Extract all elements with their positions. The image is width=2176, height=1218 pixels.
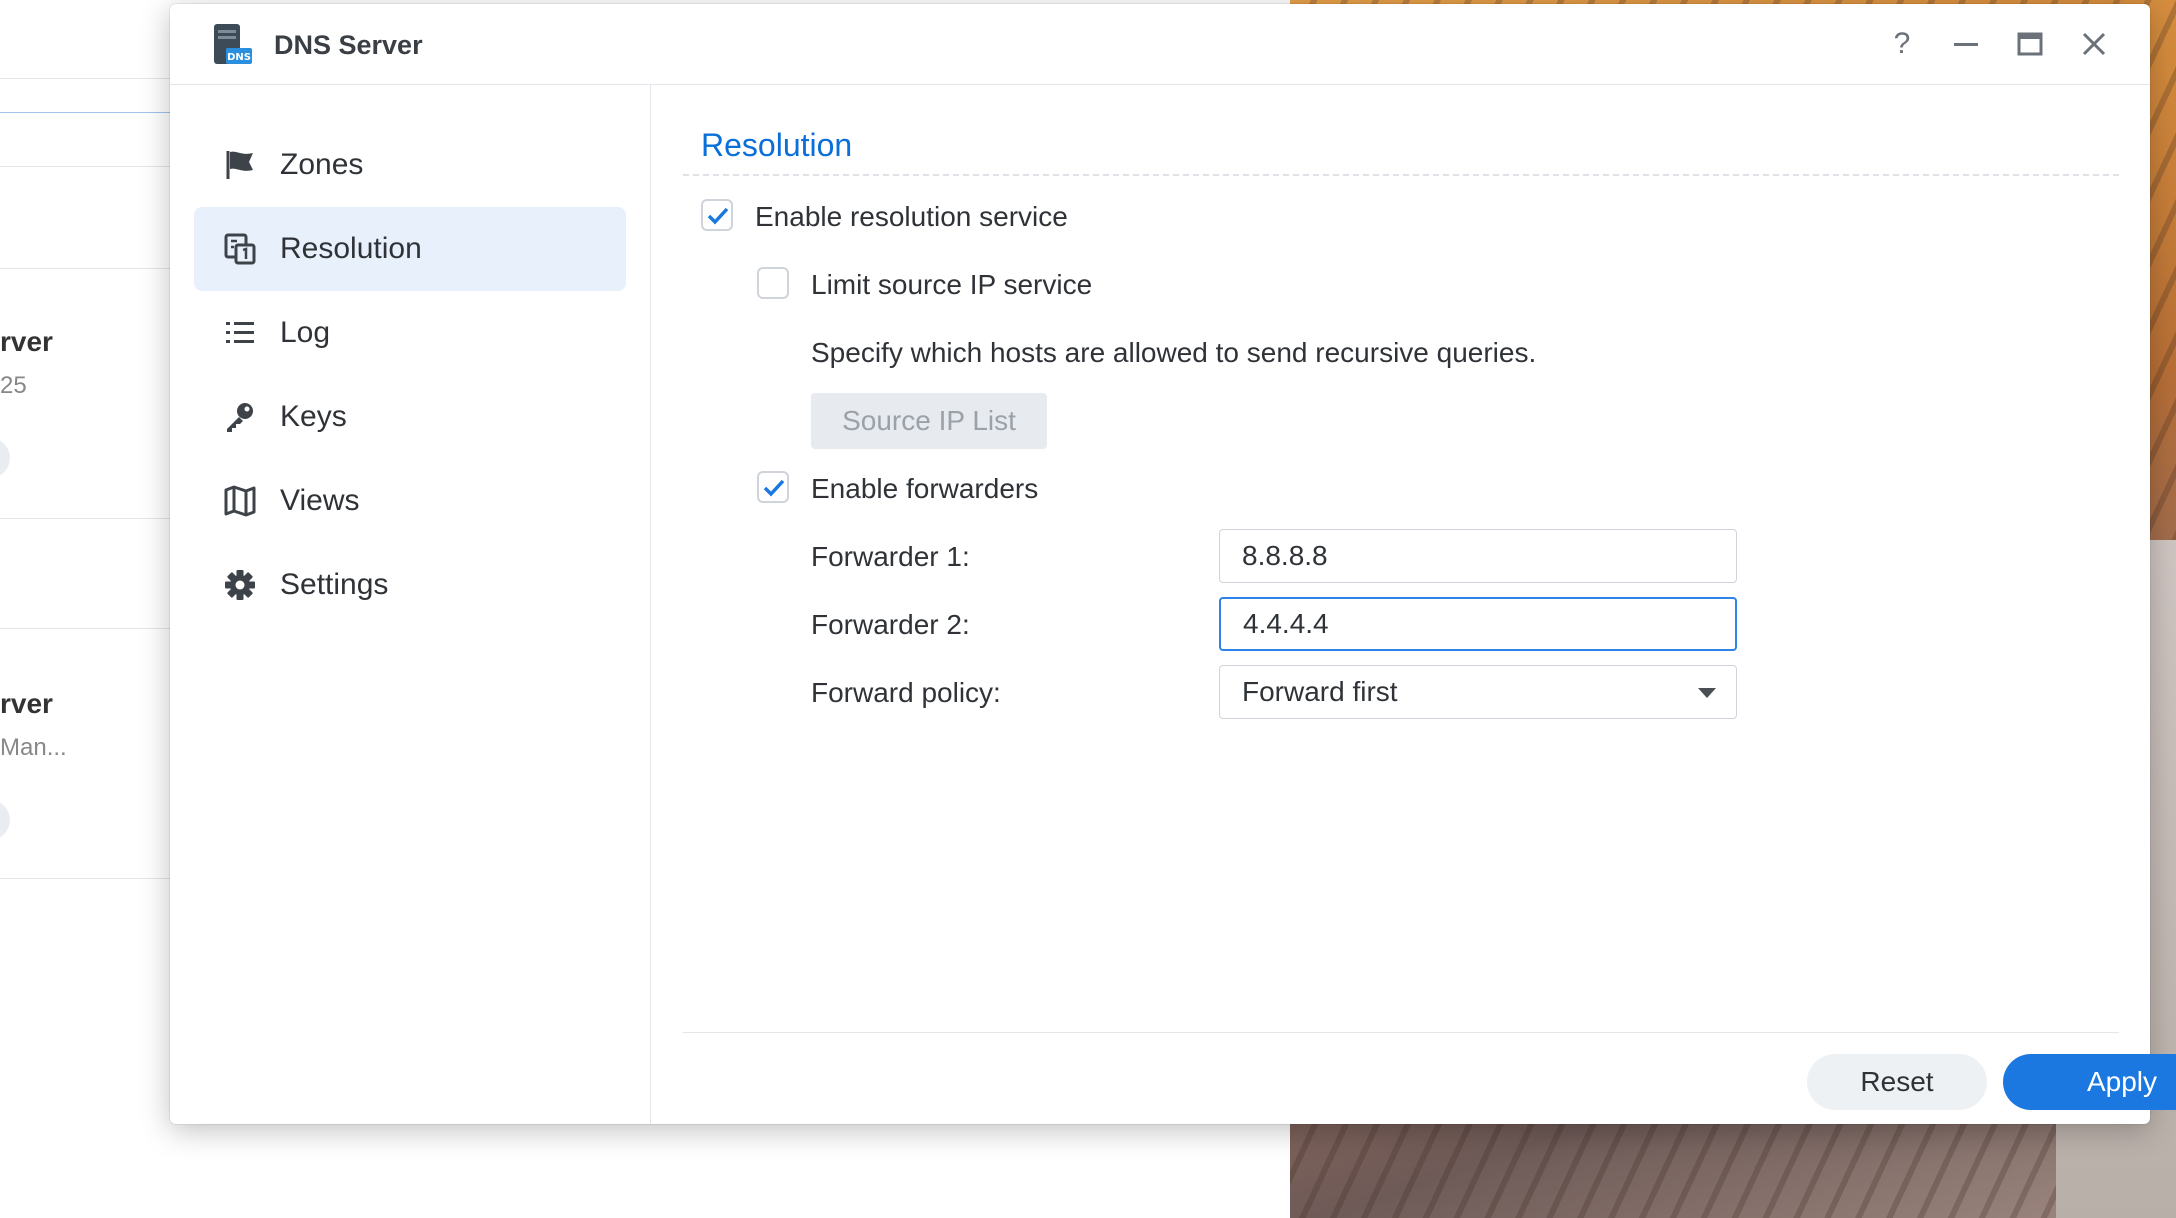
help-icon: ?	[1893, 27, 1911, 60]
limit-description: Specify which hosts are allowed to send …	[811, 337, 1537, 368]
svg-text:DNS: DNS	[227, 52, 251, 63]
sidebar: Zones Resolution Log Keys Views Settings	[170, 85, 651, 1124]
bg-divider	[0, 78, 180, 79]
dns-server-app-icon: DNS	[208, 22, 254, 68]
help-button[interactable]: ?	[1884, 26, 1920, 62]
resolution-icon	[222, 231, 258, 267]
sidebar-item-label: Zones	[280, 148, 364, 181]
sidebar-item-label: Settings	[280, 568, 389, 601]
section-divider	[683, 174, 2119, 176]
minimize-button[interactable]	[1948, 26, 1984, 62]
window-title: DNS Server	[274, 30, 423, 60]
maximize-button[interactable]	[2012, 26, 2048, 62]
reset-button[interactable]: Reset	[1807, 1054, 1987, 1110]
sidebar-item-log[interactable]: Log	[194, 291, 626, 375]
bg-divider	[0, 112, 180, 113]
close-button[interactable]	[2076, 26, 2112, 62]
apply-button[interactable]: Apply	[2003, 1054, 2176, 1110]
sidebar-item-resolution[interactable]: Resolution	[194, 207, 626, 291]
footer-divider	[683, 1032, 2119, 1033]
minimize-icon	[1954, 43, 1978, 46]
forwarder2-value: 4.4.4.4	[1243, 608, 1329, 639]
forwarder2-input[interactable]: 4.4.4.4	[1219, 597, 1737, 651]
forward-policy-value: Forward first	[1242, 676, 1398, 707]
forwarder1-input[interactable]: 8.8.8.8	[1219, 529, 1737, 583]
sidebar-item-views[interactable]: Views	[194, 459, 626, 543]
sidebar-item-keys[interactable]: Keys	[194, 375, 626, 459]
bg-item-subtitle: Man...	[0, 734, 67, 761]
limit-source-ip-label: Limit source IP service	[811, 269, 1093, 300]
forwarder2-label: Forwarder 2:	[811, 609, 970, 640]
section-title: Resolution	[701, 127, 853, 163]
sidebar-item-label: Resolution	[280, 232, 422, 265]
sidebar-item-zones[interactable]: Zones	[194, 123, 626, 207]
bg-item-title: rver	[0, 326, 53, 357]
sidebar-item-label: Keys	[280, 400, 347, 433]
bg-item-button[interactable]	[0, 800, 10, 840]
forward-policy-select[interactable]: Forward first	[1219, 665, 1737, 719]
dns-server-window: DNS DNS Server ? Zones Resolution Log Keys V…	[170, 4, 2176, 1124]
sidebar-item-settings[interactable]: Settings	[194, 543, 626, 627]
sidebar-item-label: Log	[280, 316, 331, 349]
chevron-down-icon	[1698, 688, 1716, 698]
forward-policy-label: Forward policy:	[811, 677, 1001, 708]
bg-item-button[interactable]	[0, 438, 10, 478]
enable-forwarders-checkbox[interactable]	[757, 471, 789, 503]
checkmark-icon	[707, 207, 729, 225]
forwarder1-value: 8.8.8.8	[1242, 540, 1328, 571]
checkmark-icon	[763, 479, 785, 497]
list-icon	[222, 315, 258, 351]
key-icon	[222, 399, 258, 435]
gear-icon	[222, 567, 258, 603]
maximize-icon	[2017, 32, 2043, 56]
close-icon	[2082, 32, 2106, 56]
resolution-panel: Resolution Enable resolution service Lim…	[651, 85, 2176, 1124]
bg-item-subtitle: 25	[0, 372, 27, 399]
forwarder1-label: Forwarder 1:	[811, 541, 970, 572]
map-icon	[222, 483, 258, 519]
bg-divider	[0, 518, 180, 519]
flag-icon	[222, 147, 258, 183]
bg-divider	[0, 878, 180, 879]
enable-forwarders-label: Enable forwarders	[811, 473, 1039, 504]
sidebar-item-label: Views	[280, 484, 360, 517]
bg-divider	[0, 268, 180, 269]
bg-divider	[0, 628, 180, 629]
bg-item-title: rver	[0, 688, 53, 719]
title-bar[interactable]: DNS DNS Server ?	[170, 4, 2150, 85]
bg-divider	[0, 166, 180, 167]
enable-resolution-label: Enable resolution service	[755, 201, 1068, 232]
limit-source-ip-checkbox[interactable]	[757, 267, 789, 299]
source-ip-list-button[interactable]: Source IP List	[811, 393, 1047, 449]
enable-resolution-checkbox[interactable]	[701, 199, 733, 231]
